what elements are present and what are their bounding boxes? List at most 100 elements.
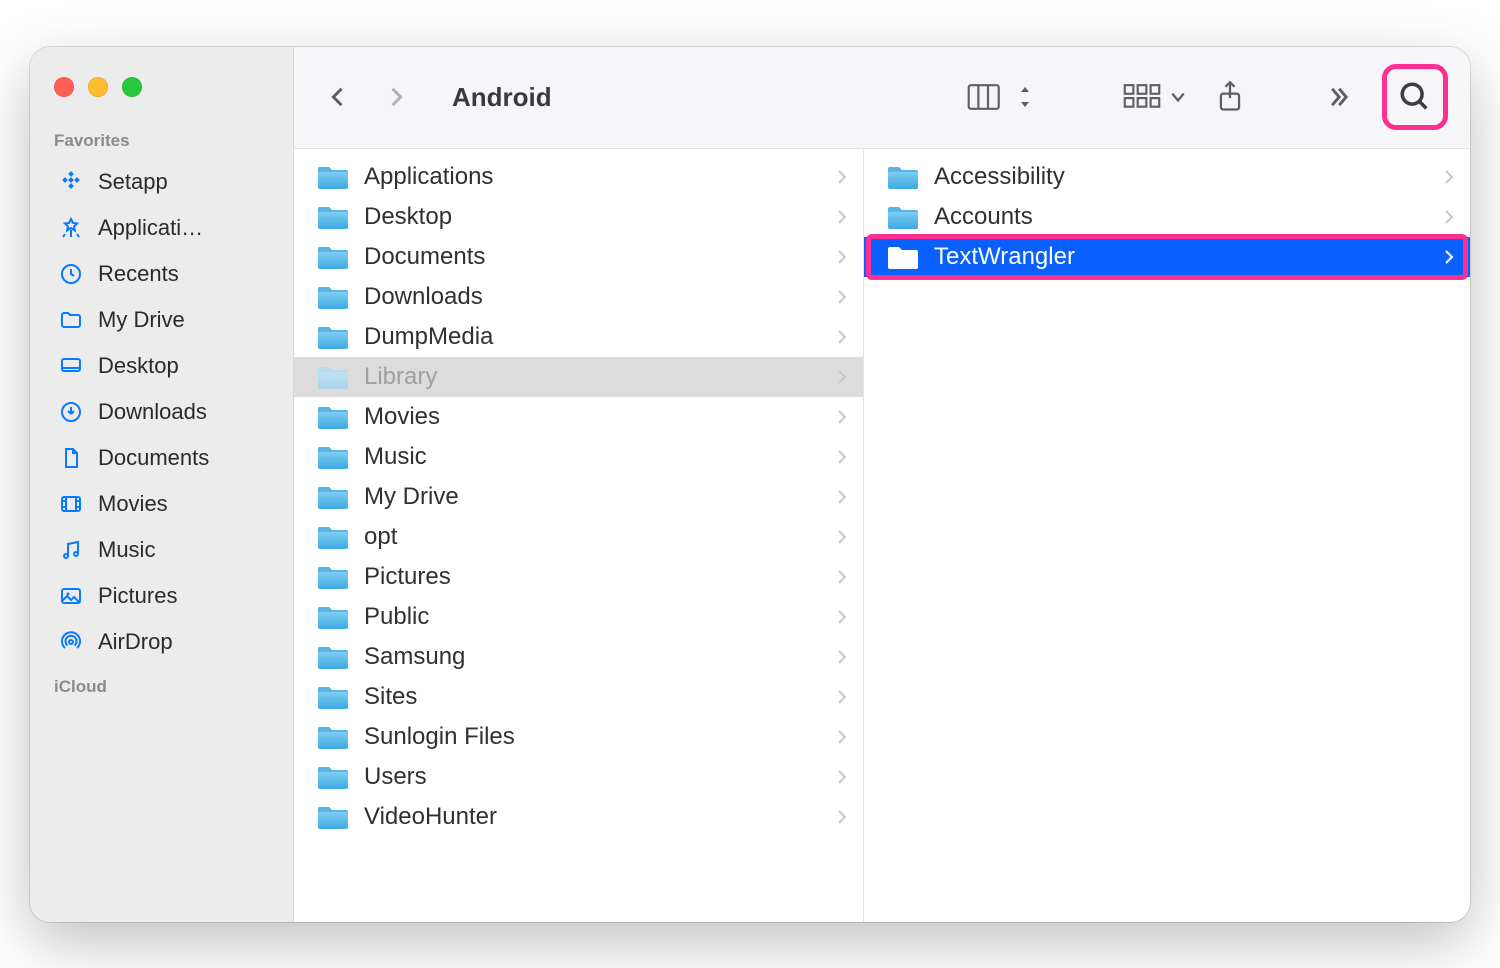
folder-icon (886, 243, 920, 271)
folder-row[interactable]: Movies (294, 397, 863, 437)
folder-label: DumpMedia (364, 323, 823, 351)
sidebar-item-label: AirDrop (98, 629, 173, 655)
folder-row[interactable]: Library (294, 357, 863, 397)
folder-icon (316, 803, 350, 831)
window-title: Android (452, 82, 948, 113)
folder-label: opt (364, 523, 823, 551)
folder-row[interactable]: Samsung (294, 637, 863, 677)
sidebar: Favorites Setapp Applicati… Recents My D… (30, 47, 294, 922)
sidebar-item-pictures[interactable]: Pictures (30, 573, 293, 619)
sidebar-item-setapp[interactable]: Setapp (30, 159, 293, 205)
folder-label: Movies (364, 403, 823, 431)
folder-icon (316, 403, 350, 431)
folder-label: My Drive (364, 483, 823, 511)
folder-icon (886, 203, 920, 231)
folder-row[interactable]: DumpMedia (294, 317, 863, 357)
folder-row[interactable]: Downloads (294, 277, 863, 317)
chevron-right-icon (837, 609, 847, 625)
folder-row[interactable]: My Drive (294, 477, 863, 517)
folder-icon (316, 283, 350, 311)
sidebar-item-downloads[interactable]: Downloads (30, 389, 293, 435)
nav-buttons (324, 83, 410, 111)
folder-icon (316, 323, 350, 351)
folder-label: Sites (364, 683, 823, 711)
forward-button[interactable] (382, 83, 410, 111)
folder-icon (316, 363, 350, 391)
chevron-right-icon (1444, 169, 1454, 185)
folder-row[interactable]: Documents (294, 237, 863, 277)
group-by-button[interactable] (1122, 83, 1186, 111)
back-button[interactable] (324, 83, 352, 111)
folder-label: Accessibility (934, 163, 1430, 191)
folder-row[interactable]: Desktop (294, 197, 863, 237)
sidebar-item-label: My Drive (98, 307, 185, 333)
chevron-right-icon (837, 289, 847, 305)
sidebar-item-label: Pictures (98, 583, 177, 609)
view-switcher[interactable] (966, 82, 1032, 112)
chevron-right-icon (837, 449, 847, 465)
close-window-button[interactable] (54, 77, 74, 97)
sidebar-item-airdrop[interactable]: AirDrop (30, 619, 293, 665)
chevron-right-icon (837, 769, 847, 785)
finder-window: Favorites Setapp Applicati… Recents My D… (30, 47, 1470, 922)
folder-row[interactable]: Pictures (294, 557, 863, 597)
folder-row[interactable]: Applications (294, 157, 863, 197)
zoom-window-button[interactable] (122, 77, 142, 97)
desktop-icon (58, 353, 84, 379)
chevron-right-icon (1444, 249, 1454, 265)
folder-label: Downloads (364, 283, 823, 311)
sidebar-item-applications[interactable]: Applicati… (30, 205, 293, 251)
toolbar: Android (294, 47, 1470, 149)
folder-label: Documents (364, 243, 823, 271)
sidebar-item-documents[interactable]: Documents (30, 435, 293, 481)
folder-row[interactable]: Sunlogin Files (294, 717, 863, 757)
sidebar-item-label: Recents (98, 261, 179, 287)
folder-row[interactable]: Accessibility (864, 157, 1470, 197)
folder-row[interactable]: VideoHunter (294, 797, 863, 837)
folder-icon (886, 163, 920, 191)
folder-label: VideoHunter (364, 803, 823, 831)
folder-icon (316, 603, 350, 631)
music-icon (58, 537, 84, 563)
search-button-highlight (1382, 64, 1448, 130)
folder-icon (316, 563, 350, 591)
folder-row[interactable]: Users (294, 757, 863, 797)
folder-row[interactable]: Music (294, 437, 863, 477)
chevron-right-icon (837, 209, 847, 225)
folder-row[interactable]: Sites (294, 677, 863, 717)
sidebar-item-desktop[interactable]: Desktop (30, 343, 293, 389)
folder-label: Library (364, 363, 823, 391)
folder-row[interactable]: Public (294, 597, 863, 637)
folder-icon (316, 643, 350, 671)
column-view: Applications Desktop Documents Downloads (294, 149, 1470, 922)
folder-icon (316, 243, 350, 271)
column-0[interactable]: Applications Desktop Documents Downloads (294, 149, 864, 922)
chevron-right-icon (837, 409, 847, 425)
share-button[interactable] (1216, 80, 1244, 114)
download-icon (58, 399, 84, 425)
search-button[interactable] (1398, 80, 1432, 114)
folder-label: Sunlogin Files (364, 723, 823, 751)
minimize-window-button[interactable] (88, 77, 108, 97)
sidebar-section-icloud: iCloud (30, 665, 293, 705)
sidebar-item-recents[interactable]: Recents (30, 251, 293, 297)
folder-label: Desktop (364, 203, 823, 231)
more-button[interactable] (1324, 83, 1352, 111)
chevron-right-icon (1444, 209, 1454, 225)
folder-label: Public (364, 603, 823, 631)
chevron-right-icon (837, 249, 847, 265)
folder-label: Samsung (364, 643, 823, 671)
folder-row[interactable]: opt (294, 517, 863, 557)
sidebar-item-mydrive[interactable]: My Drive (30, 297, 293, 343)
sidebar-item-label: Music (98, 537, 155, 563)
folder-row[interactable]: TextWrangler (864, 237, 1470, 277)
sidebar-section-favorites: Favorites (30, 119, 293, 159)
chevron-right-icon (837, 809, 847, 825)
sidebar-item-music[interactable]: Music (30, 527, 293, 573)
sidebar-item-movies[interactable]: Movies (30, 481, 293, 527)
appstore-icon (58, 215, 84, 241)
column-1[interactable]: Accessibility Accounts TextWrangler (864, 149, 1470, 922)
sidebar-item-label: Downloads (98, 399, 207, 425)
folder-icon (316, 483, 350, 511)
folder-row[interactable]: Accounts (864, 197, 1470, 237)
